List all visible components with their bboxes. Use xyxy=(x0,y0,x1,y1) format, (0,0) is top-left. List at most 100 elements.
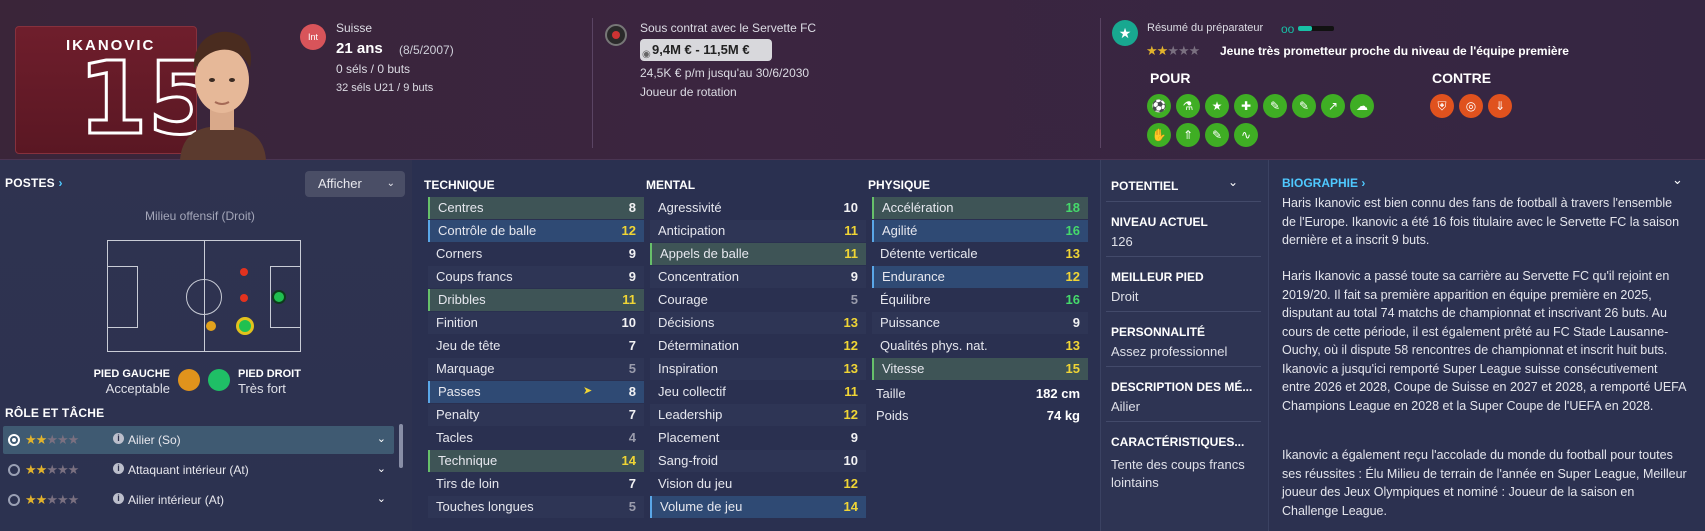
attribute-row[interactable]: Placement 9 xyxy=(650,427,866,449)
biography-title[interactable]: BIOGRAPHIE › xyxy=(1282,176,1365,190)
traits-value: Tente des coups francs xyxy=(1111,457,1245,472)
star-icon[interactable]: ★ xyxy=(1205,94,1229,118)
chevron-down-icon[interactable]: ⌄ xyxy=(1672,172,1683,188)
attribute-row[interactable]: Centres 8 xyxy=(428,197,644,219)
role-row[interactable]: ★★★★★ i Attaquant intérieur (At) ⌄ xyxy=(3,456,394,484)
arrows-up-icon[interactable]: ⇑ xyxy=(1176,123,1200,147)
header-divider xyxy=(592,18,593,148)
attribute-name: Décisions xyxy=(658,315,715,330)
attribute-row[interactable]: Leadership 12 xyxy=(650,404,866,426)
attribute-name: Jeu collectif xyxy=(658,384,726,399)
trend-up-icon[interactable]: ↗ xyxy=(1321,94,1345,118)
role-row[interactable]: ★★★★★ i Ailier (So) ⌄ xyxy=(3,426,394,454)
report-icon[interactable]: ✎ xyxy=(1292,94,1316,118)
attribute-row[interactable]: Marquage 5 xyxy=(428,358,644,380)
attribute-row[interactable]: Courage 5 xyxy=(650,289,866,311)
chevron-down-icon[interactable]: ⌄ xyxy=(377,432,386,445)
wave-icon[interactable]: ∿ xyxy=(1234,123,1258,147)
attribute-value: 4 xyxy=(628,430,636,445)
shield-icon[interactable]: ⛨ xyxy=(1430,94,1454,118)
right-foot-icon xyxy=(208,369,230,391)
attribute-row[interactable]: Finition 10 xyxy=(428,312,644,334)
potential-label[interactable]: POTENTIEL xyxy=(1111,179,1178,193)
attribute-row[interactable]: Qualités phys. nat. 13 xyxy=(872,335,1088,357)
role-row[interactable]: ★★★★★ i Ailier intérieur (At) ⌄ xyxy=(3,486,394,514)
attribute-row[interactable]: Volume de jeu 14 xyxy=(650,496,866,518)
attribute-row[interactable]: Appels de balle 11 xyxy=(650,243,866,265)
attribute-name: Anticipation xyxy=(658,223,726,238)
role-radio[interactable] xyxy=(8,434,20,446)
attribute-row[interactable]: Décisions 13 xyxy=(650,312,866,334)
attribute-row[interactable]: Tacles 4 xyxy=(428,427,644,449)
attribute-row[interactable]: Dribbles 11 xyxy=(428,289,644,311)
bandage-icon[interactable]: ✚ xyxy=(1234,94,1258,118)
attribute-row[interactable]: Puissance 9 xyxy=(872,312,1088,334)
role-radio[interactable] xyxy=(8,494,20,506)
attribute-row[interactable]: Jeu collectif 11 xyxy=(650,381,866,403)
chevron-down-icon[interactable]: ⌄ xyxy=(377,462,386,475)
roles-title: RÔLE ET TÂCHE xyxy=(5,406,105,420)
attribute-row[interactable]: Accélération 18 xyxy=(872,197,1088,219)
arrow-down-icon[interactable]: ⇓ xyxy=(1488,94,1512,118)
attribute-value: 12 xyxy=(843,407,858,422)
attribute-row[interactable]: Penalty 7 xyxy=(428,404,644,426)
attribute-row[interactable]: Vision du jeu 12 xyxy=(650,473,866,495)
positions-title[interactable]: POSTES › xyxy=(5,176,63,190)
transfer-value[interactable]: ◉ 9,4M € - 11,5M € xyxy=(640,39,772,61)
chevron-down-icon[interactable]: ⌄ xyxy=(377,492,386,505)
show-dropdown[interactable]: Afficher ⌄ xyxy=(305,171,405,197)
attribute-name: Équilibre xyxy=(880,292,931,307)
attribute-value: 7 xyxy=(628,476,636,491)
attribute-row[interactable]: Détermination 12 xyxy=(650,335,866,357)
right-foot-value: Très fort xyxy=(238,381,286,396)
flask-icon[interactable]: ⚗ xyxy=(1176,94,1200,118)
attribute-name: Courage xyxy=(658,292,708,307)
attribute-row[interactable]: Anticipation 11 xyxy=(650,220,866,242)
club-crest-icon[interactable] xyxy=(605,24,627,46)
attribute-row[interactable]: Agressivité 10 xyxy=(650,197,866,219)
role-radio[interactable] xyxy=(8,464,20,476)
report-icon[interactable]: ✎ xyxy=(1205,123,1229,147)
boot-icon[interactable]: ⚽ xyxy=(1147,94,1171,118)
target-icon[interactable]: ◎ xyxy=(1459,94,1483,118)
brain-icon[interactable]: ☁ xyxy=(1350,94,1374,118)
attribute-row[interactable]: Tirs de loin 7 xyxy=(428,473,644,495)
attribute-name: Passes xyxy=(438,384,481,399)
roles-scrollbar[interactable] xyxy=(399,424,403,468)
attribute-value: 7 xyxy=(628,407,636,422)
report-icon[interactable]: ✎ xyxy=(1263,94,1287,118)
position-dot xyxy=(240,294,248,302)
attribute-value: 5 xyxy=(628,499,636,514)
physique-title: PHYSIQUE xyxy=(868,178,931,192)
attribute-row[interactable]: Technique 14 xyxy=(428,450,644,472)
attribute-name: Sang-froid xyxy=(658,453,718,468)
attribute-value: 13 xyxy=(843,361,858,376)
handshake-icon[interactable]: ✋ xyxy=(1147,123,1171,147)
attribute-row[interactable]: Endurance 12 xyxy=(872,266,1088,288)
position-pitch[interactable] xyxy=(107,240,301,352)
chevron-down-icon[interactable]: ⌄ xyxy=(1228,175,1238,189)
squad-status: Joueur de rotation xyxy=(640,85,737,99)
attribute-row[interactable]: Corners 9 xyxy=(428,243,644,265)
attribute-row[interactable]: Sang-froid 10 xyxy=(650,450,866,472)
attribute-row[interactable]: Concentration 9 xyxy=(650,266,866,288)
attribute-value: 11 xyxy=(844,223,858,238)
info-icon[interactable]: i xyxy=(113,433,124,444)
nationality-badge: Int xyxy=(300,24,326,50)
attribute-row[interactable]: Équilibre 16 xyxy=(872,289,1088,311)
attribute-name: Agressivité xyxy=(658,200,722,215)
attribute-row[interactable]: Agilité 16 xyxy=(872,220,1088,242)
attribute-row[interactable]: Passes 8 ➤ xyxy=(428,381,644,403)
attribute-row[interactable]: Détente verticale 13 xyxy=(872,243,1088,265)
attribute-row[interactable]: Inspiration 13 xyxy=(650,358,866,380)
attribute-row[interactable]: Contrôle de balle 12 xyxy=(428,220,644,242)
best-foot-value: Droit xyxy=(1111,289,1139,304)
attribute-row[interactable]: Touches longues 5 xyxy=(428,496,644,518)
coach-summary-text: Jeune très prometteur proche du niveau d… xyxy=(1220,44,1569,58)
info-icon[interactable]: i xyxy=(113,493,124,504)
attribute-row[interactable]: Jeu de tête 7 xyxy=(428,335,644,357)
attribute-row[interactable]: Vitesse 15 xyxy=(872,358,1088,380)
info-icon[interactable]: i xyxy=(113,463,124,474)
coach-summary-label: Résumé du préparateur xyxy=(1147,22,1264,34)
attribute-row[interactable]: Coups francs 9 xyxy=(428,266,644,288)
